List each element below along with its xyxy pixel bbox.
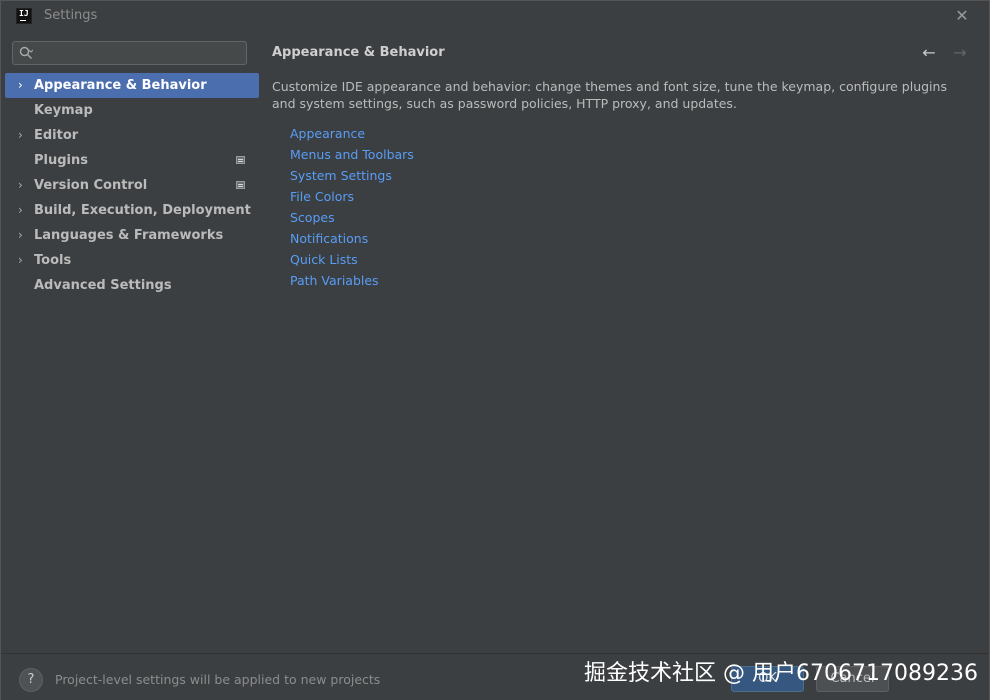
sidebar-item-languages-frameworks[interactable]: › Languages & Frameworks: [1, 223, 259, 248]
link-menus-and-toolbars[interactable]: Menus and Toolbars: [290, 144, 414, 165]
page-description: Customize IDE appearance and behavior: c…: [272, 79, 947, 111]
sidebar-item-label: Plugins: [34, 153, 88, 168]
title-bar: IJ Settings ✕: [1, 1, 989, 31]
chevron-right-icon[interactable]: ›: [18, 123, 23, 148]
sidebar-item-label: Appearance & Behavior: [34, 78, 207, 93]
window-title: Settings: [44, 8, 98, 23]
watermark-text: 掘金技术社区 @ 用户6706717089236: [584, 661, 978, 686]
settings-sidebar: › Appearance & Behavior Keymap › Editor Plugi…: [1, 31, 259, 653]
chevron-right-icon[interactable]: ›: [18, 198, 23, 223]
link-file-colors[interactable]: File Colors: [290, 186, 414, 207]
chevron-right-icon[interactable]: ›: [18, 173, 23, 198]
subpage-links: Appearance Menus and Toolbars System Setti…: [290, 123, 414, 291]
sidebar-item-version-control[interactable]: › Version Control: [1, 173, 259, 198]
sidebar-item-editor[interactable]: › Editor: [1, 123, 259, 148]
project-settings-icon: [236, 181, 245, 189]
sidebar-item-label: Advanced Settings: [34, 278, 172, 293]
link-quick-lists[interactable]: Quick Lists: [290, 249, 414, 270]
project-settings-icon: [236, 156, 245, 164]
link-notifications[interactable]: Notifications: [290, 228, 414, 249]
search-input[interactable]: [12, 41, 247, 65]
chevron-right-icon[interactable]: ›: [18, 73, 23, 98]
sidebar-item-tools[interactable]: › Tools: [1, 248, 259, 273]
sidebar-item-label: Build, Execution, Deployment: [34, 203, 251, 218]
search-icon: [19, 46, 33, 59]
close-button[interactable]: ✕: [953, 7, 971, 25]
intellij-logo-icon: IJ: [16, 8, 32, 24]
settings-tree: › Appearance & Behavior Keymap › Editor Plugi…: [1, 73, 259, 298]
sidebar-item-advanced-settings[interactable]: Advanced Settings: [1, 273, 259, 298]
sidebar-item-plugins[interactable]: Plugins: [1, 148, 259, 173]
chevron-right-icon[interactable]: ›: [18, 223, 23, 248]
link-path-variables[interactable]: Path Variables: [290, 270, 414, 291]
link-appearance[interactable]: Appearance: [290, 123, 414, 144]
help-button[interactable]: ?: [19, 668, 43, 692]
page-title: Appearance & Behavior: [272, 45, 445, 60]
sidebar-item-label: Editor: [34, 128, 79, 143]
forward-arrow-icon[interactable]: →: [951, 43, 969, 62]
sidebar-item-label: Tools: [34, 253, 72, 268]
back-arrow-icon[interactable]: ←: [920, 43, 938, 62]
sidebar-item-label: Keymap: [34, 103, 93, 118]
content-panel: Appearance & Behavior ← → Customize IDE …: [259, 31, 989, 653]
sidebar-item-appearance-behavior[interactable]: › Appearance & Behavior: [5, 73, 259, 98]
footer-info-text: Project-level settings will be applied t…: [55, 672, 381, 687]
sidebar-item-label: Version Control: [34, 178, 148, 193]
history-navigation: ← →: [912, 43, 969, 62]
sidebar-item-build-execution-deployment[interactable]: › Build, Execution, Deployment: [1, 198, 259, 223]
link-system-settings[interactable]: System Settings: [290, 165, 414, 186]
settings-dialog: IJ Settings ✕ › Appearance & Behavior Keym…: [0, 0, 990, 700]
sidebar-item-label: Languages & Frameworks: [34, 228, 224, 243]
app-icon-text: IJ: [19, 9, 29, 18]
sidebar-item-keymap[interactable]: Keymap: [1, 98, 259, 123]
chevron-right-icon[interactable]: ›: [18, 248, 23, 273]
link-scopes[interactable]: Scopes: [290, 207, 414, 228]
